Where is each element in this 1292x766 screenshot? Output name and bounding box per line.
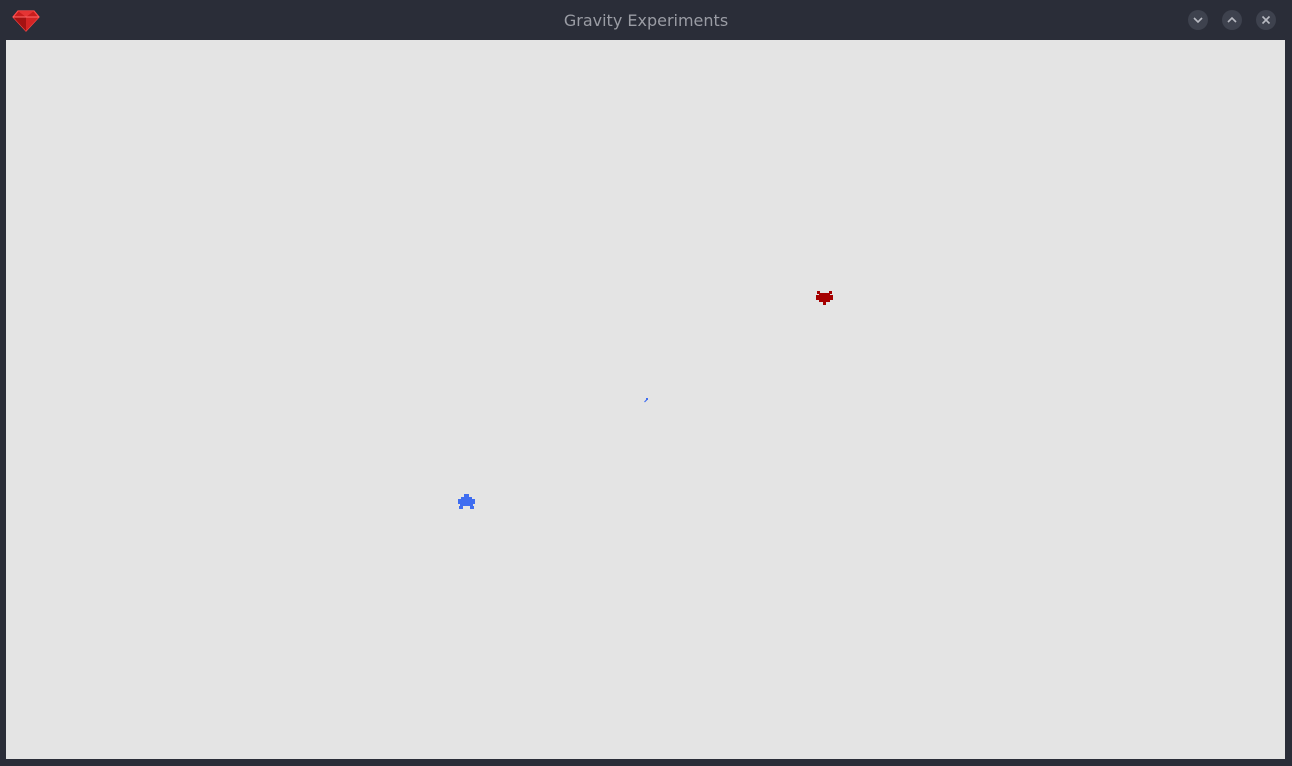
close-button[interactable] [1256,10,1276,30]
probe [644,398,648,403]
app-window: Gravity Experiments [0,0,1292,766]
maximize-button[interactable] [1222,10,1242,30]
simulation-canvas[interactable] [6,40,1285,759]
red-body [816,291,833,305]
title-bar[interactable]: Gravity Experiments [0,0,1292,40]
close-icon [1261,15,1271,25]
minimize-icon [1193,17,1203,24]
blue-body [458,494,475,509]
minimize-button[interactable] [1188,10,1208,30]
window-title: Gravity Experiments [563,11,729,30]
maximize-icon [1227,16,1237,23]
